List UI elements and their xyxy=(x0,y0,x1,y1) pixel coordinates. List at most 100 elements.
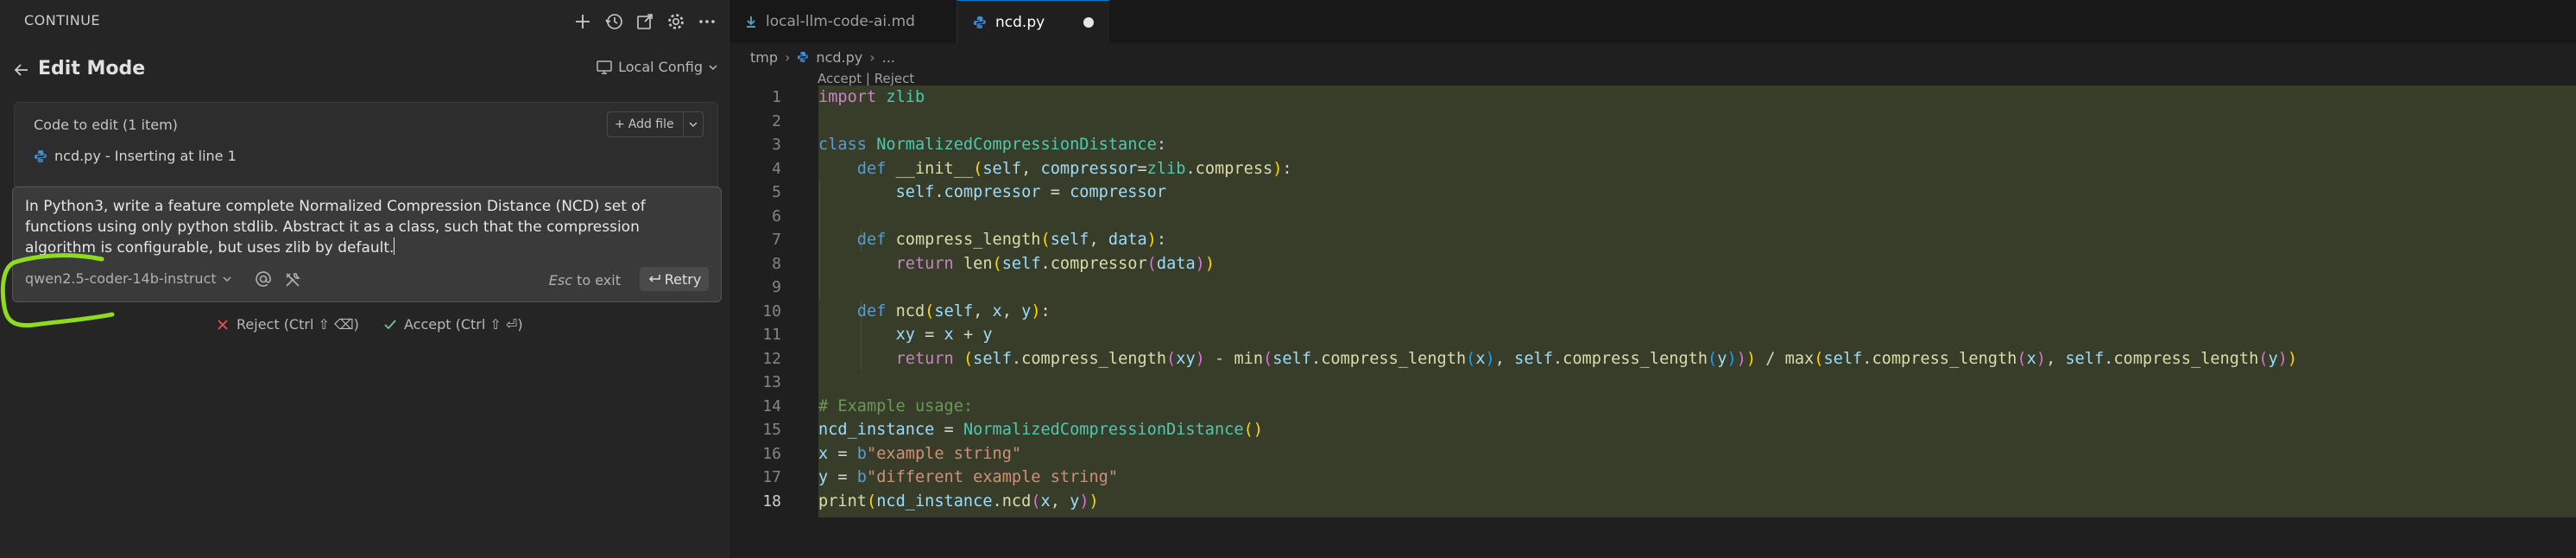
at-mention-icon[interactable] xyxy=(253,269,274,289)
unsaved-dot-icon[interactable] xyxy=(1083,17,1094,28)
code-area[interactable]: 1 import zlib 2 3 class NormalizedCompress… xyxy=(729,86,2576,517)
open-external-icon[interactable] xyxy=(632,9,658,35)
code-text: self.compressor = compressor xyxy=(895,183,1167,201)
codelens-reject[interactable]: Reject xyxy=(874,71,915,86)
code-text: class NormalizedCompressionDistance: xyxy=(818,136,1167,154)
line-number: 1 xyxy=(772,88,781,106)
esc-key: Esc xyxy=(548,272,572,289)
code-line: 11 xy = x + y xyxy=(729,323,2576,347)
code-text: import zlib xyxy=(818,88,925,106)
code-line: 13 xyxy=(729,371,2576,395)
tools-icon[interactable] xyxy=(282,269,303,290)
code-line: 2 xyxy=(729,110,2576,134)
tab-local-llm-code-ai-md[interactable]: local-llm-code-ai.md xyxy=(729,0,957,43)
tab-label: local-llm-code-ai.md xyxy=(766,13,915,30)
line-number: 17 xyxy=(762,468,781,486)
breadcrumb-item[interactable]: tmp xyxy=(750,49,778,66)
code-text: y = b"different example string" xyxy=(818,468,1119,486)
line-number: 5 xyxy=(772,183,781,201)
model-selector[interactable]: qwen2.5-coder-14b-instruct xyxy=(25,270,232,287)
prompt-toolbar: qwen2.5-coder-14b-instruct Esc to exit R… xyxy=(25,267,712,293)
file-item-label: ncd.py - Inserting at line 1 xyxy=(54,148,237,164)
code-text: def ncd(self, x, y): xyxy=(856,301,1051,320)
monitor-icon xyxy=(596,60,613,75)
line-number: 10 xyxy=(762,301,781,320)
code-to-edit-label: Code to edit (1 item) xyxy=(34,117,178,133)
breadcrumb-item[interactable]: ... xyxy=(882,49,895,66)
reject-button[interactable]: Reject (Ctrl ⇧ ⌫) xyxy=(216,316,359,333)
config-selector[interactable]: Local Config xyxy=(596,59,718,75)
code-line: 5 self.compressor = compressor xyxy=(729,181,2576,205)
code-text: return len(self.compressor(data)) xyxy=(895,254,1215,273)
codelens-separator: | xyxy=(865,71,870,86)
code-line: 17 y = b"different example string" xyxy=(729,466,2576,490)
sidebar-header: CONTINUE xyxy=(0,0,729,43)
line-number: 6 xyxy=(772,206,781,225)
reject-label: Reject (Ctrl ⇧ ⌫) xyxy=(237,316,359,333)
line-number: 9 xyxy=(772,278,781,296)
code-line: 14 # Example usage: xyxy=(729,395,2576,419)
chevron-down-icon[interactable] xyxy=(684,120,703,129)
line-number: 7 xyxy=(772,231,781,249)
code-text: ncd_instance = NormalizedCompressionDist… xyxy=(818,421,1263,439)
mode-row: Edit Mode Local Config xyxy=(0,52,729,88)
code-line: 12 return (self.compress_length(xy) - mi… xyxy=(729,347,2576,371)
code-text: def __init__(self, compressor=zlib.compr… xyxy=(856,159,1292,178)
python-icon xyxy=(797,51,809,63)
prompt-input[interactable]: In Python3, write a feature complete Nor… xyxy=(12,187,722,302)
file-item[interactable]: ncd.py - Inserting at line 1 xyxy=(34,148,237,164)
markdown-icon xyxy=(745,15,757,29)
plus-icon[interactable] xyxy=(570,9,596,35)
header-actions xyxy=(570,9,720,35)
codelens-actions: Accept | Reject xyxy=(818,71,914,86)
prompt-text[interactable]: In Python3, write a feature complete Nor… xyxy=(25,196,707,258)
check-icon xyxy=(383,318,397,332)
accept-label: Accept (Ctrl ⇧ ⏎) xyxy=(404,316,523,333)
line-number: 13 xyxy=(762,373,781,391)
line-number: 16 xyxy=(762,444,781,463)
code-line: 4 def __init__(self, compressor=zlib.com… xyxy=(729,157,2576,181)
code-line: 6 xyxy=(729,205,2576,229)
esc-hint: Esc to exit xyxy=(549,272,621,289)
breadcrumb: tmp › ncd.py › ... xyxy=(750,47,895,67)
retry-button[interactable]: Retry xyxy=(640,267,709,291)
accept-reject-row: Reject (Ctrl ⇧ ⌫) Accept (Ctrl ⇧ ⏎) xyxy=(0,316,729,342)
model-label: qwen2.5-coder-14b-instruct xyxy=(25,270,217,287)
chevron-down-icon xyxy=(708,62,718,73)
accept-button[interactable]: Accept (Ctrl ⇧ ⏎) xyxy=(383,316,523,333)
esc-text: to exit xyxy=(577,272,621,289)
code-line: 15 ncd_instance = NormalizedCompressionDi… xyxy=(729,418,2576,442)
line-number: 15 xyxy=(762,421,781,439)
codelens-accept[interactable]: Accept xyxy=(818,71,862,86)
code-text: return (self.compress_length(xy) - min(s… xyxy=(895,349,2298,368)
page-title: Edit Mode xyxy=(38,58,146,79)
sidebar-title: CONTINUE xyxy=(24,12,101,29)
back-arrow-icon[interactable] xyxy=(10,59,33,81)
line-number: 12 xyxy=(762,349,781,368)
text-caret xyxy=(394,238,395,255)
add-file-label: Add file xyxy=(628,117,674,131)
continue-sidebar: CONTINUE Edit Mode Local Config Code to … xyxy=(0,0,729,558)
add-file-button[interactable]: + Add file xyxy=(607,111,704,137)
config-label: Local Config xyxy=(618,59,703,75)
gear-icon[interactable] xyxy=(663,9,689,35)
code-text: xy = x + y xyxy=(895,326,993,344)
tab-ncd-py[interactable]: ncd.py xyxy=(957,0,1109,43)
line-number: 11 xyxy=(762,326,781,344)
breadcrumb-item[interactable]: ncd.py xyxy=(816,49,862,66)
line-number: 2 xyxy=(772,111,781,130)
tab-bar: local-llm-code-ai.md ncd.py xyxy=(729,0,2576,43)
return-icon xyxy=(647,273,661,285)
code-text: x = b"example string" xyxy=(818,444,1022,463)
code-text: def compress_length(self, data): xyxy=(856,231,1167,249)
more-icon[interactable] xyxy=(694,9,720,35)
code-line: 7 def compress_length(self, data): xyxy=(729,228,2576,252)
code-line: 10 def ncd(self, x, y): xyxy=(729,300,2576,324)
line-number: 14 xyxy=(762,396,781,415)
code-line: 9 xyxy=(729,276,2576,300)
history-icon[interactable] xyxy=(601,9,627,35)
code-line: 8 return len(self.compressor(data)) xyxy=(729,252,2576,276)
line-number: 3 xyxy=(772,136,781,154)
prompt-text-value: In Python3, write a feature complete Nor… xyxy=(25,198,646,257)
code-line: 3 class NormalizedCompressionDistance: xyxy=(729,133,2576,157)
